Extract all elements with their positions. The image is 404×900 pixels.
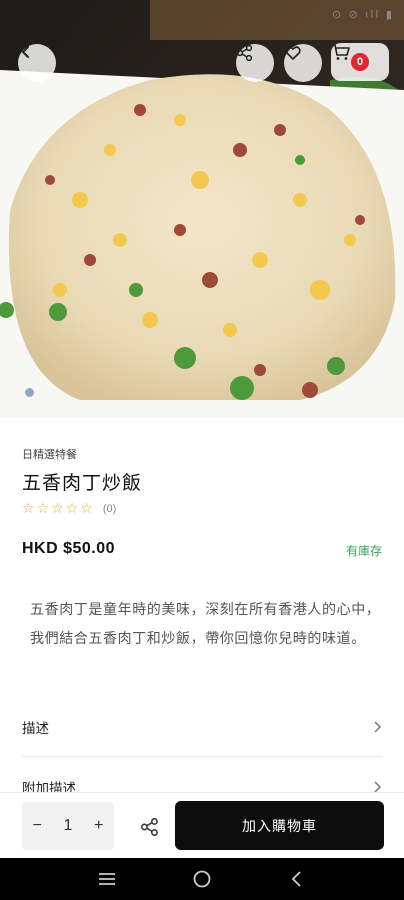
section-description[interactable]: 描述 — [22, 707, 382, 747]
heart-icon — [285, 46, 301, 60]
product-price: HKD $50.00 — [22, 540, 116, 557]
share-icon — [140, 817, 158, 837]
product-image[interactable]: ⊙ ⊘ ıll ▮ 0 — [0, 0, 404, 418]
quantity-stepper[interactable]: − 1 + — [22, 802, 114, 850]
cart-icon — [332, 44, 350, 60]
share-icon — [236, 44, 253, 62]
back-button[interactable] — [18, 44, 56, 82]
system-nav-bar — [0, 858, 404, 900]
system-back-button[interactable] — [282, 864, 312, 894]
share-button[interactable] — [136, 813, 164, 841]
add-to-cart-button[interactable]: 加入購物車 — [175, 801, 384, 850]
star-icon: ☆ — [36, 501, 50, 517]
rating-stars[interactable]: ☆ ☆ ☆ ☆ ☆ (0) — [22, 502, 116, 516]
increment-button[interactable]: + — [87, 817, 111, 835]
status-bar-icons: ⊙ ⊘ ıll ▮ — [331, 8, 394, 21]
recent-apps-button[interactable] — [92, 864, 122, 894]
product-title: 五香肉丁炒飯 — [22, 472, 143, 494]
product-description: 五香肉丁是童年時的美味，深刻在所有香港人的心中，我們結合五香肉丁和炒飯，帶你回憶… — [30, 602, 381, 647]
star-icon: ☆ — [80, 501, 93, 517]
decrement-button[interactable]: − — [25, 817, 49, 835]
cart-count-badge: 0 — [351, 53, 369, 71]
favorite-button[interactable] — [284, 44, 322, 82]
cart-button[interactable]: 0 — [331, 43, 389, 81]
home-button[interactable] — [187, 864, 217, 894]
divider — [22, 756, 382, 757]
back-arrow-icon — [21, 46, 29, 58]
stock-status: 有庫存 — [345, 544, 382, 558]
review-count: (0) — [102, 503, 117, 515]
menu-lines-icon — [99, 873, 116, 885]
home-circle-icon — [193, 870, 211, 888]
star-icon: ☆ — [51, 501, 64, 517]
chevron-right-icon — [374, 721, 382, 733]
quantity-value: 1 — [63, 817, 73, 834]
carousel-indicator-dot[interactable] — [25, 388, 34, 397]
section-label: 描述 — [22, 721, 49, 737]
bottom-action-bar: − 1 + 加入購物車 — [0, 792, 404, 858]
product-category: 日精選特餐 — [22, 449, 77, 461]
back-chevron-icon — [291, 871, 301, 887]
share-button[interactable] — [236, 44, 274, 82]
star-icon: ☆ — [65, 501, 79, 517]
star-icon: ☆ — [22, 501, 35, 517]
